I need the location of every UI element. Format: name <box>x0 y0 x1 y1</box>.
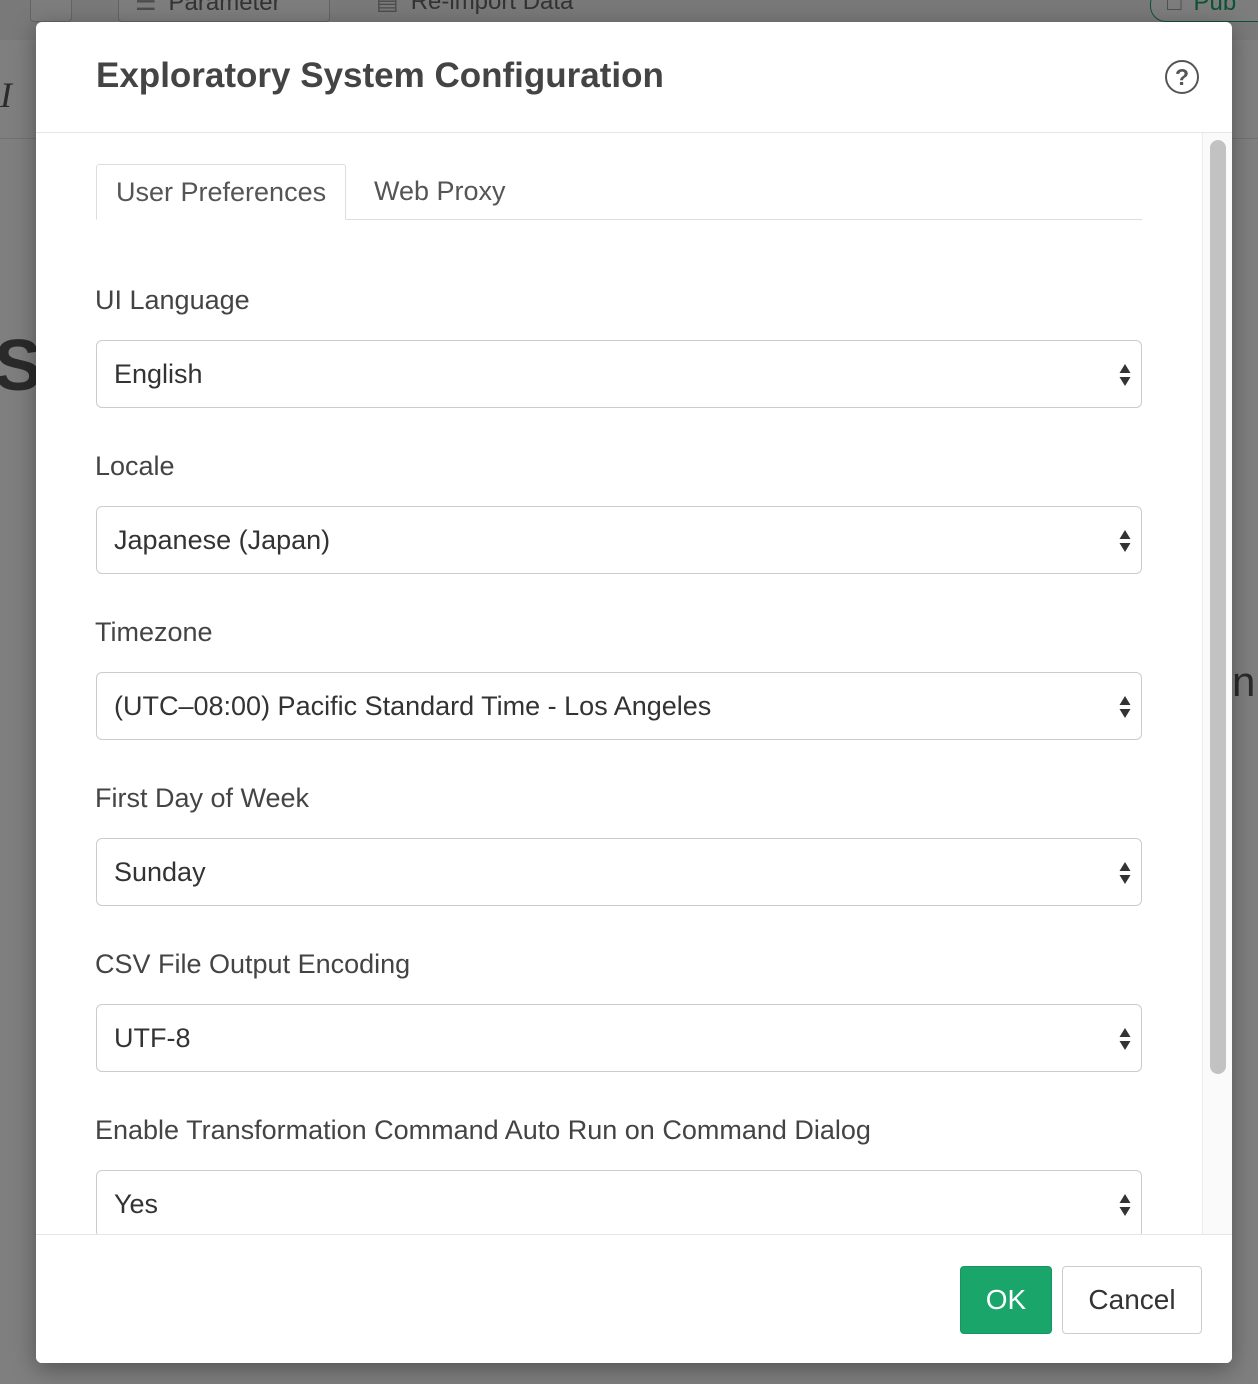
select-arrows-icon <box>1119 862 1131 884</box>
dialog-body: User Preferences Web Proxy UI Language E… <box>36 133 1232 1234</box>
ok-button[interactable]: OK <box>960 1266 1052 1334</box>
system-configuration-dialog: Exploratory System Configuration ? User … <box>36 22 1232 1363</box>
timezone-value: (UTC–08:00) Pacific Standard Time - Los … <box>114 691 712 721</box>
csv-encoding-label: CSV File Output Encoding <box>95 949 411 979</box>
locale-select[interactable]: Japanese (Japan) <box>96 506 1142 574</box>
ui-language-select[interactable]: English <box>96 340 1142 408</box>
auto-run-value: Yes <box>114 1189 159 1219</box>
first-day-of-week-label: First Day of Week <box>95 783 310 813</box>
first-day-of-week-select[interactable]: Sunday <box>96 838 1142 906</box>
cancel-button[interactable]: Cancel <box>1062 1266 1202 1334</box>
select-arrows-icon <box>1119 364 1131 386</box>
csv-encoding-select[interactable]: UTF-8 <box>96 1004 1142 1072</box>
dialog-header: Exploratory System Configuration ? <box>36 22 1232 133</box>
auto-run-label: Enable Transformation Command Auto Run o… <box>95 1115 871 1145</box>
select-arrows-icon <box>1119 530 1131 552</box>
timezone-select[interactable]: (UTC–08:00) Pacific Standard Time - Los … <box>96 672 1142 740</box>
locale-label: Locale <box>95 451 175 481</box>
dialog-title: Exploratory System Configuration <box>96 56 664 95</box>
csv-encoding-value: UTF-8 <box>114 1023 191 1053</box>
help-icon[interactable]: ? <box>1165 60 1199 94</box>
tab-web-proxy[interactable]: Web Proxy <box>355 164 525 219</box>
select-arrows-icon <box>1119 1194 1131 1216</box>
tab-bar: User Preferences Web Proxy <box>96 164 1142 220</box>
timezone-label: Timezone <box>95 617 213 647</box>
ui-language-label: UI Language <box>95 285 250 315</box>
select-arrows-icon <box>1119 1028 1131 1050</box>
tab-user-preferences[interactable]: User Preferences <box>96 164 347 220</box>
select-arrows-icon <box>1119 696 1131 718</box>
auto-run-select[interactable]: Yes <box>96 1170 1142 1234</box>
locale-value: Japanese (Japan) <box>114 525 331 555</box>
dialog-footer: OK Cancel <box>36 1234 1232 1363</box>
first-day-of-week-value: Sunday <box>114 857 206 887</box>
ui-language-value: English <box>114 359 203 389</box>
body-scrollbar-thumb[interactable] <box>1210 140 1226 1074</box>
